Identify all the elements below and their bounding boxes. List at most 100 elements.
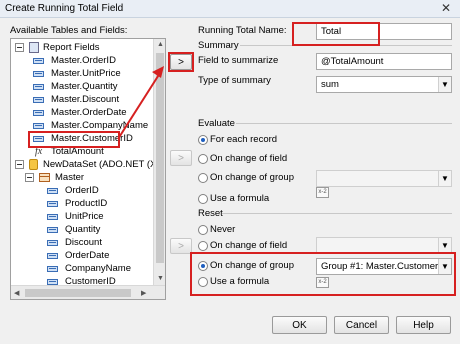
field-icon: [47, 266, 58, 272]
type-of-summary-select[interactable]: sum ▼: [316, 76, 452, 93]
tree-item-formula[interactable]: fx TotalAmount: [33, 145, 133, 158]
tree-item[interactable]: ProductID: [47, 197, 157, 210]
field-icon: [33, 136, 44, 142]
tree-item[interactable]: OrderID: [47, 184, 157, 197]
field-icon: [47, 201, 58, 207]
field-icon: [33, 84, 44, 90]
reset-change-field-radio[interactable]: [198, 241, 208, 251]
horizontal-scrollbar[interactable]: ◀ ▶: [11, 285, 165, 299]
evaluate-section-label: Evaluate: [198, 118, 235, 129]
table-icon: [39, 173, 50, 182]
tree-item[interactable]: Master.UnitPrice: [33, 67, 163, 80]
tree-item[interactable]: Master.Quantity: [33, 80, 163, 93]
reset-option-label: On change of field: [210, 240, 288, 251]
tree-node-dataset[interactable]: NewDataSet (ADO.NET (XML)): [15, 158, 165, 171]
evaluate-formula-icon[interactable]: x-2: [316, 187, 329, 198]
field-icon: [33, 123, 44, 129]
reset-option-label: On change of group: [210, 260, 294, 271]
evaluate-option-label: On change of field: [210, 153, 288, 164]
reset-formula-icon[interactable]: x-2: [316, 277, 329, 288]
tree-item-label: OrderID: [65, 185, 99, 196]
evaluate-change-field-radio[interactable]: [198, 154, 208, 164]
tree-item[interactable]: Master.OrderDate: [33, 106, 163, 119]
tree-item[interactable]: Master.OrderID: [33, 54, 163, 67]
field-to-summarize-input[interactable]: @TotalAmount: [316, 53, 452, 70]
reset-change-group-radio[interactable]: [198, 261, 208, 271]
scroll-up-icon[interactable]: ▲: [157, 41, 164, 48]
scroll-thumb[interactable]: [156, 53, 164, 263]
field-icon: [33, 110, 44, 116]
collapse-icon[interactable]: [15, 160, 24, 169]
running-total-name-label: Running Total Name:: [198, 25, 287, 36]
cancel-button[interactable]: Cancel: [334, 316, 389, 334]
reset-group-value: Group #1: Master.CustomerID - A: [321, 261, 452, 272]
tree-item-label: CompanyName: [65, 263, 131, 274]
reset-group-select[interactable]: Group #1: Master.CustomerID - A ▼: [316, 258, 452, 275]
tree-item-label: ProductID: [65, 198, 108, 209]
evaluate-group-select[interactable]: ▼: [316, 170, 452, 187]
tree-item[interactable]: Quantity: [47, 223, 157, 236]
dataset-icon: [29, 159, 38, 170]
tree-item-label: Discount: [65, 237, 102, 248]
tree-item-label: Master.Discount: [51, 94, 120, 105]
evaluate-option-label: For each record: [210, 134, 278, 145]
tree-node-report-fields[interactable]: Report Fields: [15, 41, 165, 54]
evaluate-option-label: On change of group: [210, 172, 294, 183]
tree-item[interactable]: Discount: [47, 236, 157, 249]
tree-item-label: Master.UnitPrice: [51, 68, 121, 79]
formula-icon: fx: [35, 146, 43, 157]
collapse-icon[interactable]: [25, 173, 34, 182]
evaluate-option-label: Use a formula: [210, 193, 270, 204]
scroll-left-icon[interactable]: ◀: [14, 289, 19, 297]
field-icon: [33, 71, 44, 77]
add-summary-field-button[interactable]: >: [170, 54, 192, 70]
scroll-right-icon[interactable]: ▶: [141, 289, 146, 297]
field-icon: [33, 97, 44, 103]
tree-item[interactable]: CompanyName: [47, 262, 157, 275]
field-icon: [47, 240, 58, 246]
tree-item[interactable]: UnitPrice: [47, 210, 157, 223]
field-icon: [47, 188, 58, 194]
close-icon[interactable]: ✕: [437, 0, 455, 16]
field-icon: [47, 253, 58, 259]
reset-formula-radio[interactable]: [198, 277, 208, 287]
title-bar: Create Running Total Field ✕: [0, 0, 460, 18]
reset-option-label: Use a formula: [210, 276, 270, 287]
reset-never-radio[interactable]: [198, 225, 208, 235]
reset-field-select[interactable]: ▼: [316, 237, 452, 254]
help-button[interactable]: Help: [396, 316, 451, 334]
tree-item-label: Quantity: [65, 224, 101, 235]
evaluate-formula-radio[interactable]: [198, 194, 208, 204]
tree-item[interactable]: Master.CompanyName: [33, 119, 163, 132]
evaluate-change-group-radio[interactable]: [198, 173, 208, 183]
vertical-scrollbar[interactable]: ▲ ▼: [153, 39, 165, 285]
scroll-thumb[interactable]: [25, 289, 131, 297]
available-fields-label: Available Tables and Fields:: [10, 25, 128, 36]
tree-item-label: TotalAmount: [51, 146, 104, 157]
chevron-down-icon[interactable]: ▼: [438, 77, 451, 92]
tree-item[interactable]: Master.Discount: [33, 93, 163, 106]
evaluate-each-record-radio[interactable]: [198, 135, 208, 145]
chevron-down-icon[interactable]: ▼: [438, 259, 451, 274]
running-total-name-input[interactable]: Total: [316, 23, 452, 40]
chevron-down-icon[interactable]: ▼: [438, 238, 451, 253]
tree-label: Master: [55, 172, 85, 183]
chevron-down-icon[interactable]: ▼: [438, 171, 451, 186]
reset-divider: [222, 213, 452, 214]
window-title: Create Running Total Field: [5, 3, 124, 14]
add-evaluate-field-button[interactable]: >: [170, 150, 192, 166]
ok-button[interactable]: OK: [272, 316, 327, 334]
tree-item[interactable]: Master.CustomerID: [33, 132, 163, 145]
tree-item-label: Master.OrderDate: [51, 107, 127, 118]
tree-item[interactable]: OrderDate: [47, 249, 157, 262]
tree-label: Report Fields: [43, 42, 100, 53]
fields-tree[interactable]: Report Fields Master.OrderID Master.Unit…: [10, 38, 166, 300]
add-reset-field-button[interactable]: >: [170, 238, 192, 254]
tree-item-label: OrderDate: [65, 250, 110, 261]
tree-item-label: Master.CustomerID: [51, 133, 133, 144]
tree-item-label: Master.CompanyName: [51, 120, 149, 131]
tree-node-master[interactable]: Master: [25, 171, 155, 184]
scroll-down-icon[interactable]: ▼: [157, 275, 164, 282]
type-of-summary-value: sum: [321, 79, 339, 90]
collapse-icon[interactable]: [15, 43, 24, 52]
